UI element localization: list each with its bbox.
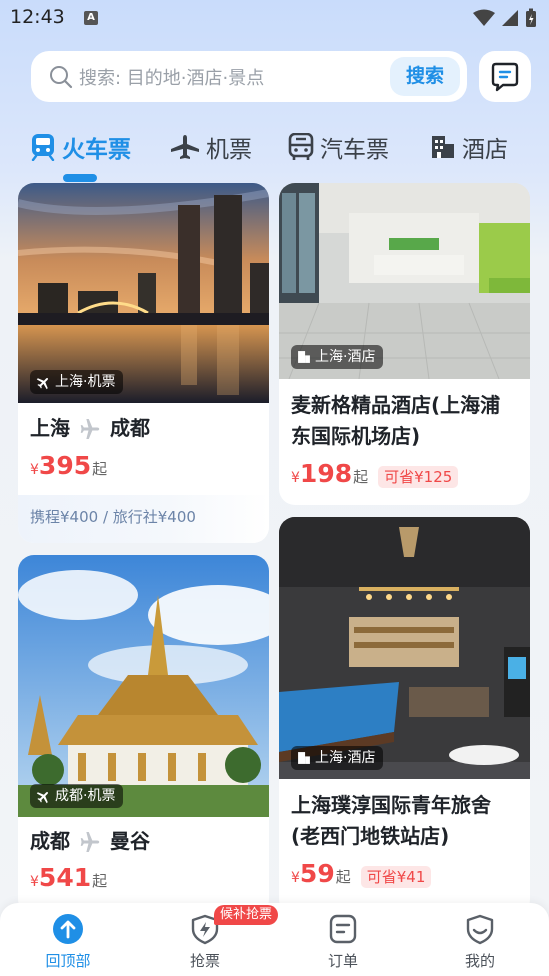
tab-bus[interactable]: 汽车票 <box>288 130 389 164</box>
hotel-icon <box>298 752 310 764</box>
flight-card-shanghai-chengdu[interactable]: 上海·机票 上海 成都 ¥ 395 起 携程¥400 / 旅行社¥400 <box>18 183 269 543</box>
active-tab-indicator <box>63 174 97 182</box>
hotel-icon <box>298 351 310 363</box>
tab-flight[interactable]: 机票 <box>170 130 252 164</box>
bus-icon <box>288 133 314 160</box>
price-suffix: 起 <box>353 468 369 486</box>
nav-orders-label: 订单 <box>327 952 358 970</box>
hotel-card-pc[interactable]: 上海·酒店 上海璞淳国际青年旅舍 (老西门地铁站店) ¥ 59 起 可省¥41 <box>279 517 530 915</box>
status-time: 12:43 <box>10 6 65 28</box>
price-currency: ¥ <box>30 874 39 890</box>
location-tag: 成都·机票 <box>30 784 124 808</box>
bangkok-temple-image <box>18 555 269 817</box>
search-icon <box>50 66 73 89</box>
price-currency: ¥ <box>291 870 300 886</box>
price: ¥ 198 起 可省¥125 <box>291 459 459 488</box>
wifi-icon <box>473 9 495 26</box>
price-currency: ¥ <box>30 462 39 478</box>
notification-icon: A <box>84 11 98 25</box>
nav-profile[interactable]: 我的 <box>440 913 520 971</box>
hostel-lounge-image <box>279 517 530 779</box>
hotel-name-line1: 上海璞淳国际青年旅舍 <box>291 793 491 817</box>
hotel-name-line1: 麦新格精品酒店(上海浦 <box>291 393 501 417</box>
plane-route-icon <box>80 418 100 439</box>
savings-badge: 可省¥125 <box>378 466 459 488</box>
price: ¥ 541 起 <box>30 863 107 892</box>
price-amount: 59 <box>299 859 335 888</box>
route-destination: 成都 <box>110 416 150 440</box>
price-suffix: 起 <box>92 460 108 478</box>
location-tag: 上海·酒店 <box>291 746 384 770</box>
plane-icon <box>36 377 49 389</box>
price-amount: 198 <box>299 459 353 488</box>
status-bar: 12:43 A <box>0 0 549 38</box>
savings-badge: 可省¥41 <box>360 866 432 888</box>
hotel-name-line2: (老西门地铁站店) <box>291 824 450 848</box>
search-input[interactable]: 搜索: 目的地·酒店·景点 <box>79 64 264 90</box>
plane-icon <box>36 791 49 803</box>
nav-back-to-top-label: 回顶部 <box>45 952 91 970</box>
nav-back-to-top[interactable]: 回顶部 <box>28 913 108 971</box>
flight-route: 成都 曼谷 <box>30 826 150 857</box>
plane-route-icon <box>80 831 100 852</box>
tab-train-label: 火车票 <box>62 137 131 163</box>
price: ¥ 395 起 <box>30 451 107 480</box>
nav-orders[interactable]: 订单 <box>303 913 383 971</box>
location-tag-label: 成都·机票 <box>55 788 116 804</box>
nav-grab-ticket-label: 抢票 <box>189 952 220 970</box>
location-tag-label: 上海·酒店 <box>315 750 376 766</box>
hotel-name-line2: 东国际机场店) <box>291 424 421 448</box>
message-button[interactable] <box>479 51 531 102</box>
location-tag: 上海·酒店 <box>291 345 384 369</box>
hotel-icon <box>432 136 454 158</box>
flight-route: 上海 成都 <box>30 413 150 444</box>
tab-flight-label: 机票 <box>206 137 252 163</box>
route-origin: 上海 <box>30 416 70 440</box>
arrow-up-icon <box>53 914 83 944</box>
tab-train[interactable]: 火车票 <box>30 130 131 164</box>
train-icon <box>31 134 55 161</box>
price-amount: 395 <box>38 451 92 480</box>
search-button[interactable]: 搜索 <box>390 57 460 96</box>
search-bar[interactable]: 搜索: 目的地·酒店·景点 搜索 <box>31 51 467 102</box>
system-icons <box>473 8 537 28</box>
profile-shield-icon <box>466 914 494 945</box>
hotel-card-mxg[interactable]: 上海·酒店 麦新格精品酒店(上海浦 东国际机场店) ¥ 198 起 可省¥125 <box>279 183 530 505</box>
tab-hotel-label: 酒店 <box>462 137 508 163</box>
hotel-name: 上海璞淳国际青年旅舍 (老西门地铁站店) <box>291 790 491 852</box>
location-tag-label: 上海·酒店 <box>315 349 376 365</box>
location-tag: 上海·机票 <box>30 370 124 394</box>
nav-profile-label: 我的 <box>464 952 495 970</box>
plane-icon <box>171 135 199 159</box>
location-tag-label: 上海·机票 <box>55 374 116 390</box>
flight-card-chengdu-bangkok[interactable]: 成都·机票 成都 曼谷 ¥ 541 起 <box>18 555 269 915</box>
price-amount: 541 <box>38 863 92 892</box>
tab-hotel[interactable]: 酒店 <box>430 130 508 164</box>
tab-bus-label: 汽车票 <box>320 137 389 163</box>
battery-icon <box>526 8 536 27</box>
price-suffix: 起 <box>92 872 108 890</box>
price-currency: ¥ <box>291 470 300 486</box>
signal-icon <box>502 10 518 26</box>
price: ¥ 59 起 可省¥41 <box>291 859 432 888</box>
waitlist-badge: 候补抢票 <box>214 905 279 925</box>
category-tabs: 火车票 机票 汽车票 酒店 <box>0 120 549 182</box>
route-origin: 成都 <box>30 829 70 853</box>
message-icon <box>491 62 519 91</box>
order-list-icon <box>329 914 357 944</box>
price-suffix: 起 <box>335 868 351 886</box>
price-comparison: 携程¥400 / 旅行社¥400 <box>18 495 269 543</box>
hotel-name: 麦新格精品酒店(上海浦 东国际机场店) <box>291 390 500 452</box>
route-destination: 曼谷 <box>110 829 150 853</box>
